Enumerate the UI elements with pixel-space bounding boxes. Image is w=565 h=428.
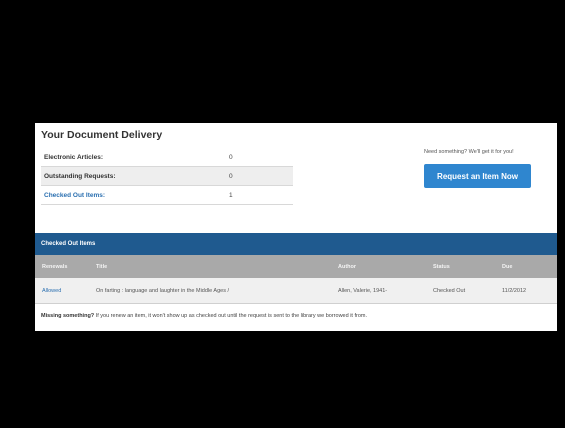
checked-out-items-link[interactable]: Checked Out Items: [41,192,229,199]
summary-row-checked-out-items: Checked Out Items: 1 [41,186,293,205]
item-author: Allen, Valerie, 1941- [338,287,388,294]
summary-value: 0 [229,153,233,161]
summary-value: 1 [229,191,233,199]
footer-note: Missing something? If you renew an item,… [41,313,367,319]
checked-out-header: Checked Out Items [35,233,557,255]
summary-value: 0 [229,172,233,180]
request-prompt: Need something? We'll get it for you! [424,149,514,155]
summary-table: Electronic Articles: 0 Outstanding Reque… [41,148,293,205]
column-header-due: Due [502,263,513,270]
column-header-author: Author [338,263,357,270]
item-title: On farting : language and laughter in th… [96,287,230,294]
summary-label: Electronic Articles: [44,153,104,161]
document-delivery-panel: Your Document Delivery Electronic Articl… [35,123,557,331]
table-row: Allowed On farting : language and laught… [35,278,557,304]
page-title: Your Document Delivery [41,129,163,141]
summary-row-electronic-articles: Electronic Articles: 0 [41,148,293,167]
column-header-status: Status [433,263,450,270]
video-frame: Your Document Delivery Electronic Articl… [7,7,558,421]
table-header: Renewals Title Author Status Due [35,255,557,278]
column-header-title: Title [96,263,108,270]
summary-label: Outstanding Requests: [44,172,116,180]
column-header-renewals: Renewals [42,263,68,270]
footer-note-text: If you renew an item, it won't show up a… [94,313,367,319]
summary-row-outstanding-requests: Outstanding Requests: 0 [41,167,293,186]
request-item-button[interactable]: Request an Item Now [424,164,531,188]
footer-note-bold: Missing something? [41,313,95,319]
item-status: Checked Out [433,287,466,294]
item-due-date: 11/2/2012 [502,287,527,294]
renew-link[interactable]: Allowed [42,278,61,303]
